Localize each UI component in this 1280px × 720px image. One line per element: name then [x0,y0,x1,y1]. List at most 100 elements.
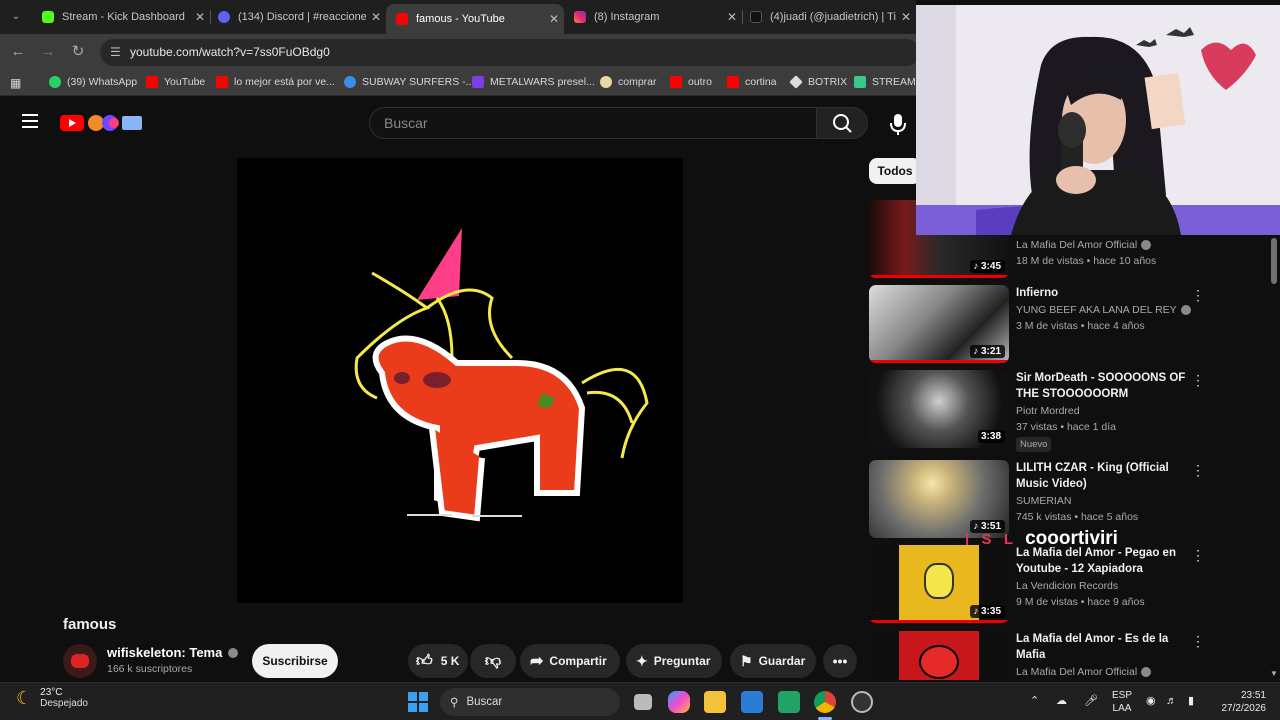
hamburger-menu-icon[interactable] [22,114,38,128]
video-thumbnail[interactable]: ♪ 3:21 [869,285,1009,363]
tab-discord[interactable]: (134) Discord | #reacciones ✕ [208,4,386,30]
show-hidden-icons[interactable]: ⌃ [1030,695,1039,708]
video-thumbnail[interactable] [869,631,1009,680]
bookmark-comprar[interactable]: comprar [600,76,657,88]
close-tab-icon[interactable]: ✕ [722,10,742,24]
bookmark-youtube[interactable]: YouTube [146,76,205,88]
close-tab-icon[interactable]: ✕ [896,10,916,24]
ask-button[interactable]: ✦ Preguntar [626,644,722,678]
close-tab-icon[interactable]: ✕ [544,12,564,26]
youtube-logo[interactable] [60,113,144,133]
rec-channel[interactable]: La Mafia Del Amor Official [1016,666,1196,678]
more-vertical-icon[interactable]: ⋮ [1191,633,1205,650]
weather-widget[interactable]: ☾ 23°C Despejado [16,687,88,709]
channel-name[interactable]: wifiskeleton: Tema [107,645,239,660]
forward-icon[interactable]: → [38,42,58,62]
tab-search-icon[interactable]: ⌄ [6,7,26,27]
rec-channel[interactable]: Piotr Mordred [1016,405,1196,417]
duration-badge: ♪ 3:21 [970,345,1005,358]
bookmark-lo-mejor[interactable]: lo mejor está por ve... [216,76,335,88]
more-vertical-icon[interactable]: ⋮ [1191,547,1205,564]
voice-search-button[interactable] [880,107,916,139]
recommendation-item[interactable]: 3:38 Sir MorDeath - SOOOOONS OF THE STOO… [869,370,1209,452]
rec-title[interactable]: LILITH CZAR - King (Official Music Video… [1016,460,1196,492]
bookmark-whatsapp[interactable]: (39) WhatsApp [49,76,137,88]
clock[interactable]: 23:51 27/2/2026 [1214,689,1267,715]
rec-title[interactable]: Sir MorDeath - SOOOOONS OF THE STOOOOOOR… [1016,370,1196,402]
taskbar-search[interactable]: ⚲ Buscar [440,688,620,716]
battery-icon[interactable]: ▮ [1188,695,1194,708]
watched-progress [869,275,1009,278]
close-tab-icon[interactable]: ✕ [190,10,210,24]
bookmark-botrix[interactable]: BOTRIX [789,75,848,89]
more-vertical-icon[interactable]: ⋮ [1191,462,1205,479]
bookmark-label: outro [688,76,712,88]
close-tab-icon[interactable]: ✕ [366,10,386,24]
tab-tiktok[interactable]: (4)juadi (@juadietrich) | TikTok ✕ [740,4,916,30]
obs-icon[interactable] [851,691,873,713]
search-input[interactable]: Buscar [369,107,817,139]
microphone-icon[interactable]: 🎤︎ [1084,695,1098,708]
bookmark-cortina[interactable]: cortina [727,76,777,88]
video-thumbnail[interactable]: ♪ 3:35 [869,545,1009,623]
rec-title[interactable]: La Mafia del Amor - Pegao en Youtube - 1… [1016,545,1196,577]
save-label: Guardar [758,654,806,668]
language-indicator[interactable]: ESP LAA [1112,689,1132,715]
file-explorer-icon[interactable] [704,691,726,713]
video-thumbnail[interactable]: ♪ 3:51 [869,460,1009,538]
weather-desc: Despejado [40,698,88,709]
rec-channel[interactable]: SUMERIAN [1016,495,1196,507]
rec-channel[interactable]: La Mafia Del Amor Official [1016,239,1196,251]
new-badge: Nuevo [1016,437,1052,452]
rec-channel[interactable]: La Vendicion Records [1016,580,1196,592]
video-thumbnail[interactable]: 3:38 [869,370,1009,448]
channel-avatar[interactable] [63,644,97,678]
more-vertical-icon[interactable]: ⋮ [1191,372,1205,389]
bookmark-metalwars[interactable]: METALWARS presel... [472,76,595,88]
address-bar[interactable]: ☰ youtube.com/watch?v=7ss0FuOBdg0 [100,39,920,66]
video-player[interactable] [237,158,683,603]
bookmark-label: BOTRIX [808,76,848,88]
tab-youtube[interactable]: famous - YouTube ✕ [386,4,564,34]
excel-icon[interactable] [778,691,800,713]
recommendation-item[interactable]: ♪ 3:21 Infierno YUNG BEEF AKA LANA DEL R… [869,285,1209,367]
page-scrollbar[interactable]: ▼ [1268,236,1280,680]
start-button[interactable] [407,691,429,713]
bookmark-label: comprar [618,76,657,88]
wifi-icon[interactable]: ◉ [1146,695,1156,708]
dislike-button[interactable]: 👎︎ [470,644,516,678]
rec-title[interactable]: La Mafia del Amor - Es de la Mafia [1016,631,1196,663]
chrome-icon[interactable] [814,691,836,713]
back-icon[interactable]: ← [8,42,28,62]
tab-title: Stream - Kick Dashboard [62,11,185,23]
subscribe-button[interactable]: Suscribirse [252,644,338,678]
tab-instagram[interactable]: (8) Instagram ✕ [564,4,742,30]
tab-kick[interactable]: Stream - Kick Dashboard ✕ [32,4,210,30]
recommendation-item[interactable]: La Mafia del Amor - Es de la Mafia La Ma… [869,631,1209,680]
volume-icon[interactable]: ♬ [1166,695,1177,708]
more-vertical-icon[interactable]: ⋮ [1191,287,1205,304]
cart-icon [600,76,612,88]
bookmark-subway[interactable]: SUBWAY SURFERS -... [344,76,474,88]
onedrive-icon[interactable]: ☁ [1056,695,1067,708]
tab-title: (4)juadi (@juadietrich) | TikTok [770,11,896,23]
search-button[interactable] [816,107,868,139]
save-button[interactable]: ⚑ Guardar [730,644,816,678]
share-button[interactable]: ➦ Compartir [520,644,620,678]
globe-icon [344,76,356,88]
bookmark-outro[interactable]: outro [670,76,712,88]
word-icon[interactable] [741,691,763,713]
rec-title[interactable]: Infierno [1016,285,1196,301]
chip-all[interactable]: Todos [869,158,921,184]
rec-channel[interactable]: YUNG BEEF AKA LANA DEL REY [1016,304,1196,316]
bookmark-streaml[interactable]: STREAML [854,76,922,88]
apps-icon[interactable]: ▦ [10,76,21,90]
site-info-icon[interactable]: ☰ [110,39,121,66]
recommendation-item[interactable]: ♪ 3:35 La Mafia del Amor - Pegao en Yout… [869,545,1209,627]
more-actions-button[interactable]: ••• [823,644,857,678]
reload-icon[interactable]: ↻ [68,42,88,62]
copilot-icon[interactable] [668,691,690,713]
like-button[interactable]: 👍︎ 5 K [408,644,468,678]
bookmark-label: (39) WhatsApp [67,76,138,88]
task-view-icon[interactable] [634,694,652,710]
